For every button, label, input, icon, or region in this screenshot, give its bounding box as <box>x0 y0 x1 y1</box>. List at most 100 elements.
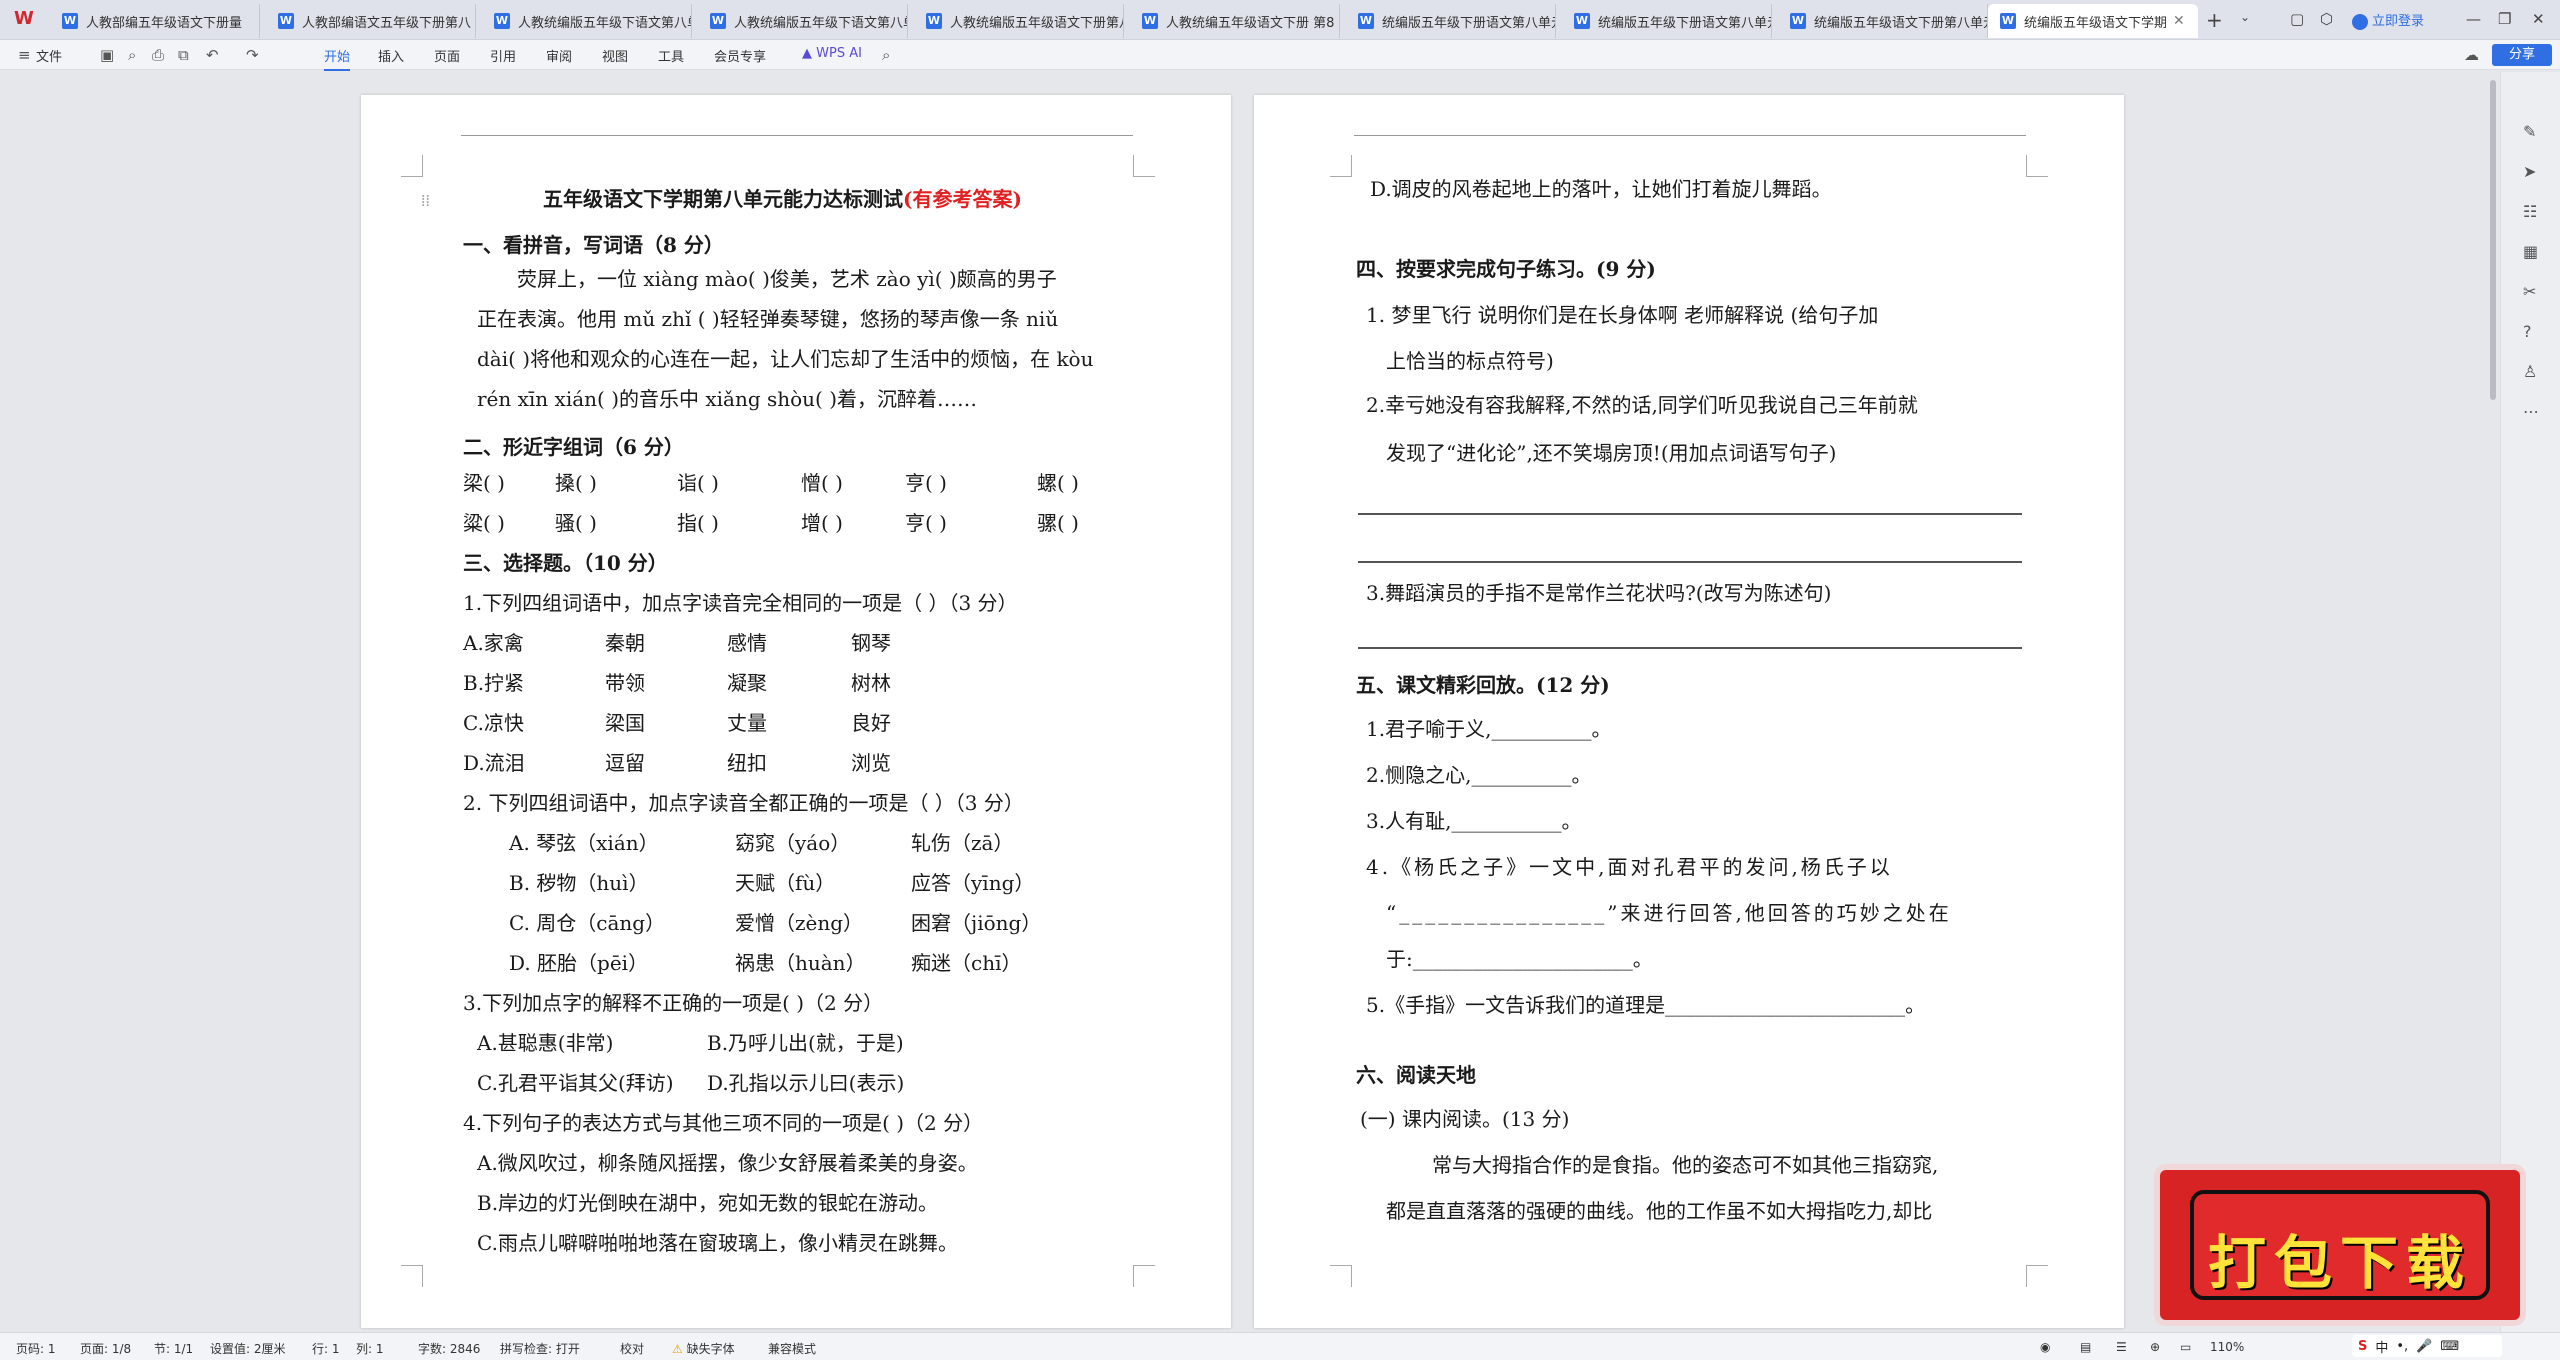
paragraph-line: rén xīn xián( )的音乐中 xiǎng shòu( )着，沉醉着…… <box>477 387 978 411</box>
sliders-icon[interactable]: ☷ <box>2523 202 2537 221</box>
page-view-icon[interactable]: ▤ <box>2080 1340 2091 1354</box>
missing-font-button[interactable]: ⚠ 缺失字体 <box>672 1340 735 1357</box>
cloud-icon[interactable]: ☁ <box>2464 46 2479 64</box>
word-doc-icon: W <box>62 13 78 29</box>
close-tab-icon[interactable]: ✕ <box>2173 13 2185 29</box>
tab-tools[interactable]: 工具 <box>658 46 684 65</box>
doc-tab[interactable]: W 人教统编版五年级语文下册第八单 <box>914 4 1124 38</box>
answer-line[interactable] <box>1358 561 2022 563</box>
image-icon[interactable]: ▦ <box>2523 242 2538 261</box>
spell-check-toggle[interactable]: 拼写检查: 打开 <box>500 1340 580 1357</box>
status-section[interactable]: 节: 1/1 <box>154 1340 193 1357</box>
ime-toolbar[interactable]: S 中 •, 🎤 ⌨ <box>2352 1335 2502 1357</box>
header-line <box>461 135 1133 136</box>
read-mode-icon[interactable]: ▭ <box>2180 1340 2191 1354</box>
avatar <box>2352 13 2368 30</box>
keyboard-icon[interactable]: ⌨ <box>2440 1339 2459 1354</box>
search-icon[interactable]: ⌕ <box>882 46 890 64</box>
login-label: 立即登录 <box>2372 14 2425 29</box>
menu-icon[interactable]: ≡ <box>18 46 31 64</box>
mic-icon[interactable]: 🎤 <box>2416 1339 2432 1354</box>
tab-references[interactable]: 引用 <box>490 46 516 65</box>
doc-tab[interactable]: W 统编版五年级语文下册第八单元 <box>1778 4 1988 38</box>
cube-icon[interactable]: ⬡ <box>2320 10 2333 28</box>
ribbon: ≡ 文件 ▣ ⌕ ⎙ ⧉ ↶ ↷ 开始 插入 页面 引用 审阅 视图 工具 会员… <box>0 40 2560 71</box>
tab-member[interactable]: 会员专享 <box>714 46 766 65</box>
question-line: 于:______________________。 <box>1386 947 1653 971</box>
print-icon[interactable]: ⎙ <box>152 46 164 64</box>
word-group: 指( ) <box>677 511 719 535</box>
doc-tab[interactable]: W 人教统编五年级语文下册 第8 <box>1130 4 1340 38</box>
doc-tab[interactable]: W 人教统编版五年级下语文第八单 <box>482 4 692 38</box>
tab-review[interactable]: 审阅 <box>546 46 572 65</box>
preview-icon[interactable]: ⧉ <box>178 46 189 64</box>
option: 带领 <box>605 671 645 695</box>
drag-handle-icon[interactable]: ⁞⁞ <box>421 187 430 215</box>
download-bundle-banner[interactable]: 打包下载 <box>2160 1170 2520 1320</box>
compat-mode-label: 兼容模式 <box>768 1342 817 1356</box>
help-icon[interactable]: ? <box>2523 322 2532 341</box>
word-doc-icon: W <box>710 13 726 29</box>
paragraph-line: 都是直直落落的强硬的曲线。他的工作虽不如大拇指吃力,却比 <box>1386 1199 1933 1223</box>
answer-line[interactable] <box>1358 513 2022 515</box>
question-2: 2. 下列四组词语中，加点字读音全都正确的一项是（ ）（3 分） <box>463 791 1024 815</box>
vertical-scrollbar[interactable] <box>2490 80 2496 400</box>
login-button[interactable]: 立即登录 <box>2352 10 2424 30</box>
minimize-icon[interactable]: — <box>2466 10 2481 28</box>
word-group: 搡( ) <box>555 471 597 495</box>
file-menu[interactable]: 文件 <box>36 46 62 65</box>
doc-tab-active[interactable]: W 统编版五年级语文下学期 ✕ <box>1988 4 2198 38</box>
option: 丈量 <box>727 711 767 735</box>
proofread-button[interactable]: 校对 <box>620 1340 644 1357</box>
warning-icon: ⚠ <box>672 1342 687 1356</box>
eye-icon[interactable]: ◉ <box>2040 1340 2050 1354</box>
section-heading-3: 三、选择题。（10 分） <box>463 551 668 575</box>
close-window-icon[interactable]: ✕ <box>2532 10 2545 28</box>
zoom-label[interactable]: 110% <box>2210 1340 2244 1354</box>
doc-tab[interactable]: W 统编版五年级下册语文第八单元 <box>1346 4 1556 38</box>
new-tab-icon[interactable]: + <box>2206 8 2223 32</box>
question-line: 2.恻隐之心,__________。 <box>1366 763 1592 787</box>
ime-mode[interactable]: 中 <box>2375 1337 2388 1356</box>
shirt-icon[interactable]: ♙ <box>2523 362 2537 381</box>
option: A.甚聪惠(非常) <box>477 1031 614 1055</box>
word-doc-icon: W <box>1142 13 1158 29</box>
word-doc-icon: W <box>278 13 294 29</box>
tools-icon[interactable]: ✂ <box>2523 282 2536 301</box>
question-line: 上恰当的标点符号) <box>1386 349 1554 373</box>
page-corner-mark <box>1330 1265 1352 1287</box>
word-group: 亨( ) <box>905 511 947 535</box>
doc-tab[interactable]: W 人教部编五年级语文下册量 <box>50 4 260 38</box>
doc-tab[interactable]: W 统编版五年级下册语文第八单元 <box>1562 4 1772 38</box>
tab-view[interactable]: 视图 <box>602 46 628 65</box>
status-pages[interactable]: 页面: 1/8 <box>80 1340 131 1357</box>
answer-line[interactable] <box>1358 647 2022 649</box>
search-doc-icon[interactable]: ⌕ <box>128 46 136 64</box>
save-icon[interactable]: ▣ <box>100 46 114 64</box>
share-button[interactable]: 分享 <box>2492 44 2552 66</box>
tab-page[interactable]: 页面 <box>434 46 460 65</box>
redo-icon[interactable]: ↷ <box>246 46 259 64</box>
status-word-count[interactable]: 字数: 2846 <box>418 1340 480 1357</box>
restore-icon[interactable]: ❐ <box>2498 10 2511 28</box>
more-icon[interactable]: ⋯ <box>2523 402 2539 421</box>
question-line: 3.人有耻,___________。 <box>1366 809 1582 833</box>
status-setting[interactable]: 设置值: 2厘米 <box>210 1340 286 1357</box>
tab-home[interactable]: 开始 <box>324 46 351 71</box>
layout-icon[interactable]: ▢ <box>2290 10 2304 28</box>
status-page[interactable]: 页码: 1 <box>16 1340 56 1357</box>
tab-insert[interactable]: 插入 <box>378 46 404 65</box>
doc-tab[interactable]: W 人教统编版五年级下语文第八单 <box>698 4 908 38</box>
punctuation-icon[interactable]: •, <box>2396 1339 2408 1354</box>
option: 感情 <box>727 631 767 655</box>
page-title: 五年级语文下学期第八单元能力达标测试(有参考答案) <box>543 185 1022 213</box>
pen-icon[interactable]: ✎ <box>2523 122 2536 141</box>
chevron-down-icon[interactable]: ⌄ <box>2240 10 2250 24</box>
wps-logo-icon[interactable]: W <box>14 8 40 32</box>
doc-tab[interactable]: W 人教部编语文五年级下册第八 <box>266 4 476 38</box>
outline-view-icon[interactable]: ☰ <box>2116 1340 2127 1354</box>
wps-ai-button[interactable]: ▲ WPS AI <box>802 46 862 61</box>
cursor-icon[interactable]: ➤ <box>2523 162 2536 181</box>
web-view-icon[interactable]: ⊕ <box>2150 1340 2160 1354</box>
undo-icon[interactable]: ↶ <box>206 46 219 64</box>
